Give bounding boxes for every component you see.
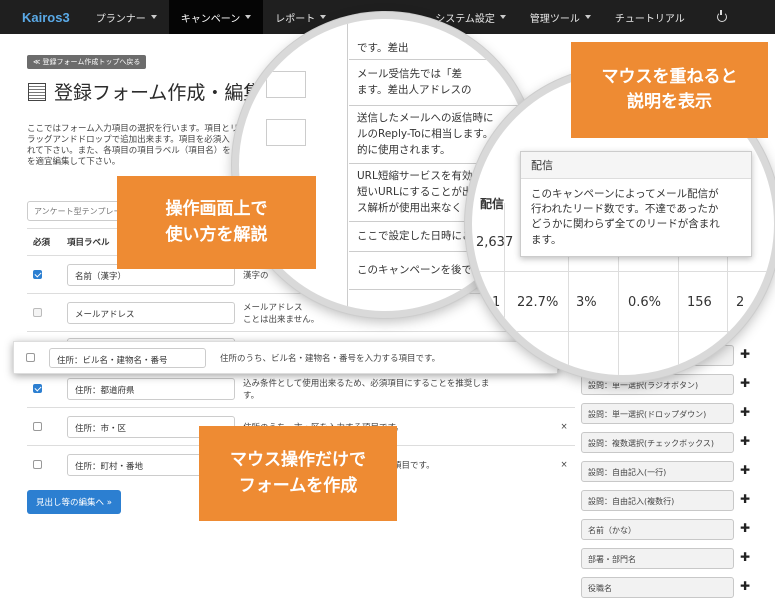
caret-down-icon: [150, 15, 157, 19]
page-title: 登録フォーム作成・編集: [28, 78, 262, 105]
callout-mouse-form-builder: マウス操作だけで フォームを作成: [199, 426, 397, 521]
edit-headings-button[interactable]: 見出し等の編集へ »: [27, 490, 121, 514]
page-description: ここではフォーム入力項目の選択を行います。項目とリ ラッグアンドドロップで追加出…: [27, 124, 239, 168]
add-field-icon[interactable]: ✚: [740, 463, 750, 477]
column-header-delivery[interactable]: 配信: [480, 195, 504, 212]
delivery-count: 2,637: [476, 235, 514, 250]
field-chip[interactable]: 設問：単一選択(ドロップダウン): [581, 403, 734, 424]
setting-input[interactable]: [266, 71, 306, 98]
remove-field-icon[interactable]: ×: [547, 407, 575, 446]
field-description: 込み条件として使用出来るため、必須項目にすることを推奨しま す。: [237, 369, 547, 408]
remove-field-icon[interactable]: ×: [547, 445, 575, 484]
add-field-icon[interactable]: ✚: [740, 492, 750, 506]
logout-button[interactable]: [697, 0, 739, 34]
caret-down-icon: [499, 15, 506, 19]
form-icon: [28, 82, 46, 101]
field-chip[interactable]: 設問：自由記入(一行): [581, 461, 734, 482]
popover-title: 配信: [521, 152, 751, 179]
nav-tutorial[interactable]: チュートリアル: [603, 0, 697, 34]
required-checkbox[interactable]: [33, 269, 42, 279]
help-popover: 配信 このキャンペーンによってメール配信が 行われたリード数です。不達であったか…: [520, 151, 752, 257]
popover-body: このキャンペーンによってメール配信が 行われたリード数です。不達であったか どう…: [531, 188, 720, 246]
field-description: 住所のうち、ビル名・建物名・番号を入力する項目です。: [220, 353, 441, 364]
required-checkbox[interactable]: [33, 307, 42, 317]
field-chip[interactable]: 設問：複数選択(チェックボックス): [581, 432, 734, 453]
required-checkbox[interactable]: [33, 421, 42, 431]
setting-input[interactable]: [266, 119, 306, 146]
field-chip[interactable]: 部署・部門名: [581, 548, 734, 569]
required-checkbox[interactable]: [33, 459, 42, 469]
add-field-icon[interactable]: ✚: [740, 376, 750, 390]
add-field-icon[interactable]: ✚: [740, 521, 750, 535]
add-field-icon[interactable]: ✚: [740, 550, 750, 564]
caret-down-icon: [584, 15, 591, 19]
field-label-input[interactable]: メールアドレス: [67, 301, 235, 324]
field-chip[interactable]: 設問：自由記入(複数行): [581, 490, 734, 511]
nav-campaign[interactable]: キャンペーン: [168, 0, 264, 34]
add-field-icon[interactable]: ✚: [740, 579, 750, 593]
add-field-icon[interactable]: ✚: [740, 405, 750, 419]
nav-admin-tools[interactable]: 管理ツール: [518, 0, 603, 34]
field-chip[interactable]: 名前（かな）: [581, 519, 734, 540]
back-to-form-top-button[interactable]: ≪ 登録フォーム作成トップへ戻る: [27, 55, 147, 69]
field-label-input[interactable]: 住所：ビル名・建物名・番号: [49, 347, 206, 368]
callout-onscreen-guide: 操作画面上で 使い方を解説: [117, 176, 316, 269]
required-checkbox[interactable]: [33, 383, 42, 393]
field-label-input[interactable]: 住所：都道府県: [67, 377, 235, 400]
required-checkbox[interactable]: [26, 353, 35, 362]
callout-hover-help: マウスを重ねると 説明を表示: [571, 42, 768, 138]
add-field-icon[interactable]: ✚: [740, 434, 750, 448]
field-chip[interactable]: 役職名: [581, 577, 734, 598]
table-row: 住所：都道府県 込み条件として使用出来るため、必須項目にすることを推奨しま す。: [27, 369, 575, 408]
power-icon: [716, 10, 727, 22]
column-header-required: 必須: [27, 228, 61, 256]
brand-logo[interactable]: Kairos3: [0, 10, 84, 25]
nav-planner[interactable]: プランナー: [84, 0, 169, 34]
caret-down-icon: [320, 15, 327, 19]
caret-down-icon: [245, 15, 252, 19]
